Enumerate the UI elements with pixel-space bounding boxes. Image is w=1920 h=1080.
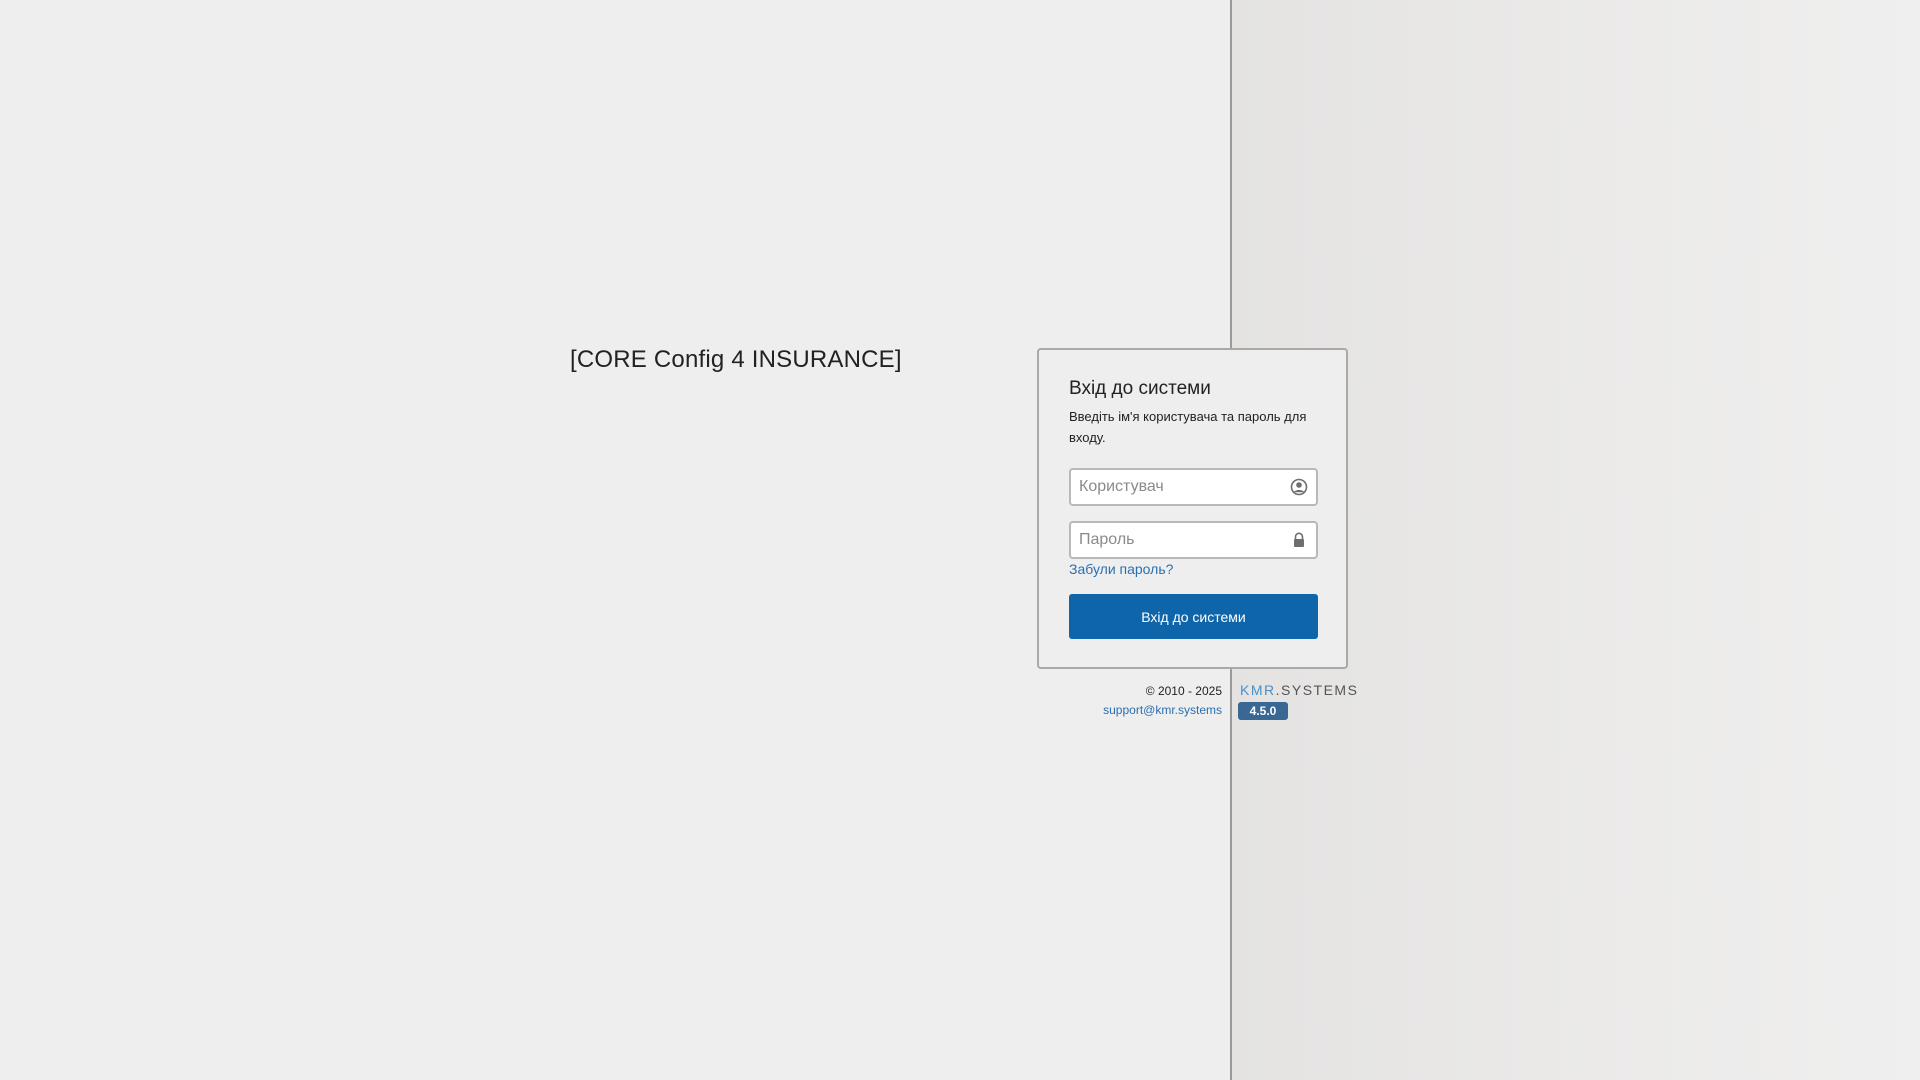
brand-logo-text-kmr: KMR (1240, 682, 1276, 698)
version-badge: 4.5.0 (1238, 702, 1288, 720)
login-button[interactable]: Вхід до системи (1069, 594, 1318, 639)
app-title: [CORE Config 4 INSURANCE] (570, 346, 902, 373)
support-email-link[interactable]: support@kmr.systems (1103, 703, 1222, 717)
copyright-text: © 2010 - 2025 (1145, 684, 1222, 698)
username-field[interactable] (1069, 468, 1318, 506)
password-input[interactable] (1071, 523, 1284, 557)
brand-logo-text-systems: .SYSTEMS (1276, 682, 1359, 698)
password-field[interactable] (1069, 521, 1318, 559)
svg-text:KMR.SYSTEMS: KMR.SYSTEMS (1240, 682, 1358, 698)
kmr-systems-logo: KMR.SYSTEMS (1238, 680, 1373, 700)
user-circle-icon (1290, 478, 1308, 496)
login-subtitle: Введіть ім'я користувача та пароль для в… (1069, 409, 1307, 445)
lock-icon (1290, 531, 1308, 549)
username-input[interactable] (1071, 470, 1284, 504)
login-title: Вхід до системи (1069, 378, 1211, 399)
login-panel: Вхід до системи Введіть ім'я користувача… (1037, 348, 1348, 669)
forgot-password-link[interactable]: Забули пароль? (1069, 561, 1173, 577)
